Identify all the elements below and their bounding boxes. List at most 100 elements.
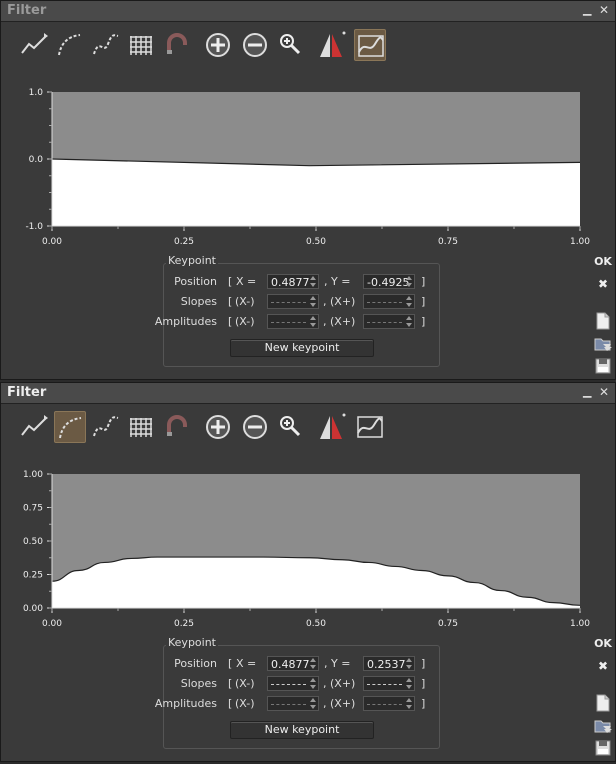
new-keypoint-button[interactable]: New keypoint: [230, 721, 374, 739]
open-bracket: [: [228, 315, 233, 328]
empty-value-placeholder: [271, 302, 306, 303]
spin-arrows-icon[interactable]: [309, 276, 317, 287]
new-keypoint-button[interactable]: New keypoint: [230, 339, 374, 357]
position-label: Position: [174, 657, 217, 670]
slope-minus-label: (X-): [235, 295, 255, 308]
open-bracket: [: [228, 697, 233, 710]
keypoint-group-title: Keypoint: [166, 636, 218, 649]
cancel-button[interactable]: ✖: [591, 277, 615, 299]
slopes-label: Slopes: [180, 295, 217, 308]
position-x-spinbox[interactable]: 0.4877: [267, 274, 319, 289]
slope-plus-spinbox[interactable]: [363, 294, 415, 309]
y-tick-label: 0.00: [23, 604, 43, 614]
spin-arrows-icon[interactable]: [309, 698, 317, 709]
y-tick-label: 1.0: [29, 88, 44, 98]
open-bracket: [: [228, 657, 233, 670]
empty-value-placeholder: [271, 704, 306, 705]
slope-minus-spinbox[interactable]: [267, 294, 319, 309]
slopes-label: Slopes: [180, 677, 217, 690]
x-tick-label: 0.00: [42, 619, 62, 629]
spin-arrows-icon[interactable]: [405, 316, 413, 327]
amplitude-plus-label: , (X+): [323, 697, 356, 710]
y-tick-label: 0.75: [23, 504, 43, 514]
amplitude-minus-spinbox[interactable]: [267, 696, 319, 711]
position-y-spinbox[interactable]: 0.2537: [363, 656, 415, 671]
x-tick-label: 0.25: [174, 237, 194, 247]
spin-arrows-icon[interactable]: [309, 296, 317, 307]
x-tick-label: 0.50: [306, 237, 326, 247]
spin-arrows-icon[interactable]: [309, 658, 317, 669]
spin-arrows-icon[interactable]: [309, 678, 317, 689]
empty-value-placeholder: [367, 322, 402, 323]
empty-value-placeholder: [367, 684, 402, 685]
slope-minus-label: (X-): [235, 677, 255, 690]
spin-arrows-icon[interactable]: [405, 276, 413, 287]
amplitude-plus-label: , (X+): [323, 315, 356, 328]
amplitude-minus-label: (X-): [235, 315, 255, 328]
save-icon[interactable]: [593, 738, 613, 758]
close-bracket: ]: [421, 315, 426, 328]
x-tick-label: 1.00: [570, 237, 590, 247]
slope-plus-label: , (X+): [323, 677, 356, 690]
amplitude-plus-spinbox[interactable]: [363, 696, 415, 711]
spin-arrows-icon[interactable]: [405, 658, 413, 669]
x-label: X =: [236, 275, 257, 288]
empty-value-placeholder: [271, 684, 306, 685]
spin-arrows-icon[interactable]: [309, 316, 317, 327]
x-tick-label: 0.00: [42, 237, 62, 247]
amplitude-minus-spinbox[interactable]: [267, 314, 319, 329]
y-label: , Y =: [324, 275, 351, 288]
position-x-spinbox-value: 0.4877: [271, 276, 310, 289]
position-y-spinbox[interactable]: -0.4925: [363, 274, 415, 289]
empty-value-placeholder: [367, 704, 402, 705]
empty-value-placeholder: [271, 322, 306, 323]
slope-minus-spinbox[interactable]: [267, 676, 319, 691]
spin-arrows-icon[interactable]: [405, 678, 413, 689]
spin-arrows-icon[interactable]: [405, 698, 413, 709]
y-tick-label: 1.00: [23, 470, 43, 480]
curve-plot[interactable]: 1.00 0.75 0.50 0.25 0.00 0.00 0.25 0.50 0.75 1.00: [1, 383, 616, 633]
filter-panel-linear: Filter ▁ ✕ 1.0 0.0 -1.0 0.00 0.25 0.50 0.75 1.00 Ke…: [0, 0, 616, 380]
x-label: X =: [236, 657, 257, 670]
position-x-spinbox-value: 0.4877: [271, 658, 310, 671]
curve-plot[interactable]: 1.0 0.0 -1.0 0.00 0.25 0.50 0.75 1.00: [1, 1, 616, 251]
empty-value-placeholder: [367, 302, 402, 303]
open-folder-icon[interactable]: [593, 716, 613, 736]
y-tick-label: -1.0: [25, 222, 43, 232]
x-tick-label: 0.50: [306, 619, 326, 629]
open-folder-icon[interactable]: [593, 334, 613, 354]
ok-button[interactable]: OK: [591, 637, 615, 659]
spin-arrows-icon[interactable]: [405, 296, 413, 307]
amplitude-plus-spinbox[interactable]: [363, 314, 415, 329]
y-tick-label: 0.50: [23, 537, 43, 547]
open-bracket: [: [228, 677, 233, 690]
position-x-spinbox[interactable]: 0.4877: [267, 656, 319, 671]
x-tick-label: 0.25: [174, 619, 194, 629]
close-bracket: ]: [421, 657, 426, 670]
slope-plus-spinbox[interactable]: [363, 676, 415, 691]
position-label: Position: [174, 275, 217, 288]
open-bracket: [: [228, 275, 233, 288]
y-label: , Y =: [324, 657, 351, 670]
amplitudes-label: Amplitudes: [154, 315, 217, 328]
keypoint-group-title: Keypoint: [166, 254, 218, 267]
close-bracket: ]: [421, 275, 426, 288]
open-bracket: [: [228, 295, 233, 308]
new-document-icon[interactable]: [593, 693, 613, 713]
position-y-spinbox-value: -0.4925: [367, 276, 410, 289]
x-tick-label: 1.00: [570, 619, 590, 629]
cancel-button[interactable]: ✖: [591, 659, 615, 681]
filter-panel-smooth: Filter ▁ ✕ 1.00 0.75 0.50 0.25 0.00 0.00 0.25 0.50…: [0, 382, 616, 762]
slope-plus-label: , (X+): [323, 295, 356, 308]
position-y-spinbox-value: 0.2537: [367, 658, 406, 671]
close-bracket: ]: [421, 677, 426, 690]
y-tick-label: 0.25: [23, 571, 43, 581]
y-tick-label: 0.0: [29, 155, 44, 165]
ok-button[interactable]: OK: [591, 255, 615, 277]
close-bracket: ]: [421, 295, 426, 308]
amplitudes-label: Amplitudes: [154, 697, 217, 710]
amplitude-minus-label: (X-): [235, 697, 255, 710]
save-icon[interactable]: [593, 356, 613, 376]
new-document-icon[interactable]: [593, 311, 613, 331]
x-tick-label: 0.75: [438, 619, 458, 629]
